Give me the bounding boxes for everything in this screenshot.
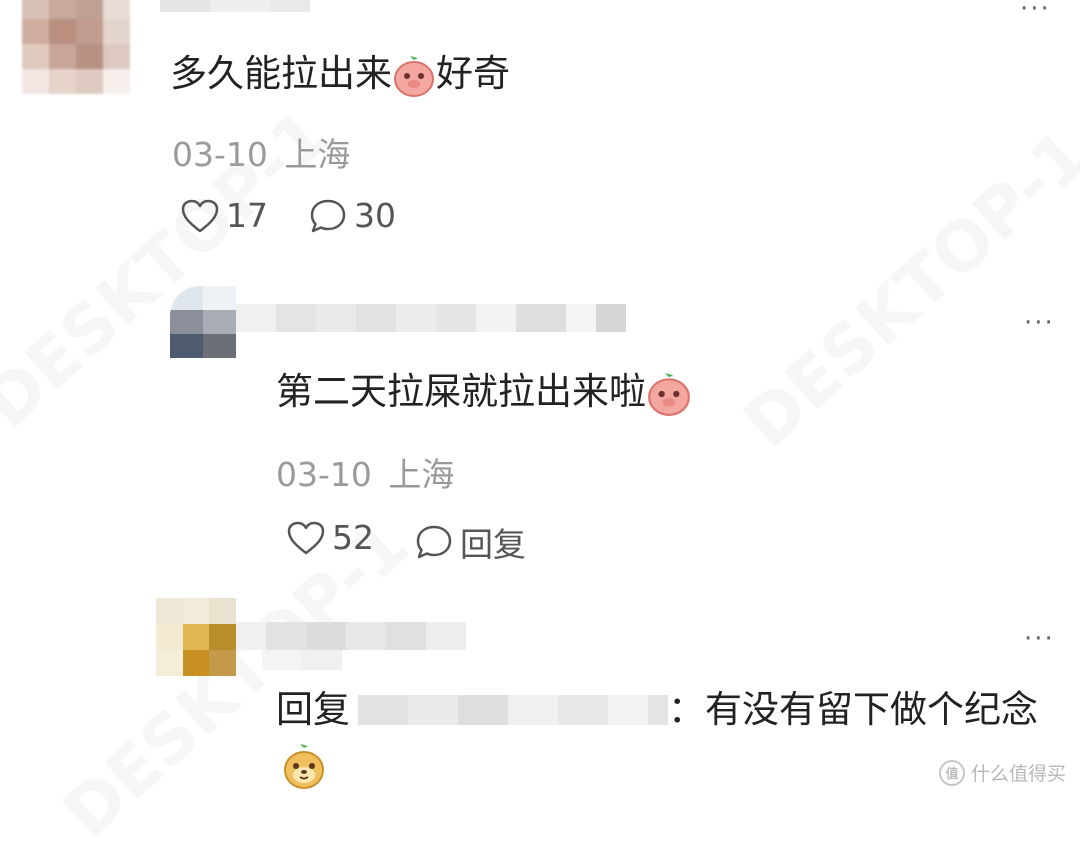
heart-outline-icon bbox=[181, 199, 219, 232]
username-blurred[interactable] bbox=[236, 622, 466, 650]
logo-text: 什么值得买 bbox=[970, 763, 1066, 785]
reply-location: 上海 bbox=[388, 455, 455, 494]
reply-label: 回复 bbox=[460, 525, 526, 564]
username-blurred bbox=[262, 650, 342, 670]
heart-outline-icon bbox=[287, 521, 325, 554]
watermark: DESKTOP-1 bbox=[729, 115, 1080, 463]
peach-shy-emoji bbox=[394, 55, 434, 97]
logo-mark: 值 bbox=[938, 759, 965, 786]
comment-reply-button[interactable]: 30 bbox=[308, 196, 396, 235]
mentioned-user-blurred[interactable] bbox=[358, 695, 668, 725]
like-button[interactable]: 17 bbox=[180, 196, 268, 235]
reply2-text: 回复 ：有没有留下做个纪念 bbox=[276, 688, 1038, 732]
username-blurred[interactable] bbox=[160, 0, 310, 12]
reply-button[interactable]: 回复 bbox=[414, 518, 526, 566]
watermark: DESKTOP-1 bbox=[49, 505, 424, 853]
reply-date: 03-10 bbox=[276, 455, 372, 494]
username-blurred[interactable] bbox=[236, 304, 626, 332]
comment-body-suffix: 好奇 bbox=[436, 52, 510, 95]
more-options-button[interactable]: ··· bbox=[1024, 626, 1055, 652]
reply-body: 第二天拉屎就拉出来啦 bbox=[276, 370, 646, 413]
avatar[interactable] bbox=[156, 598, 236, 676]
like-count: 52 bbox=[332, 518, 374, 557]
more-options-button[interactable]: ··· bbox=[1024, 310, 1055, 336]
reply-text: 第二天拉屎就拉出来啦 bbox=[276, 370, 692, 417]
reply-count: 30 bbox=[354, 196, 396, 235]
speech-bubble-icon bbox=[310, 199, 346, 232]
comment-text: 多久能拉出来 好奇 bbox=[170, 52, 510, 98]
comment-date: 03-10 bbox=[172, 135, 268, 174]
comment-location: 上海 bbox=[284, 135, 351, 174]
more-options-button[interactable]: ··· bbox=[1020, 0, 1051, 22]
reply2-body: ：有没有留下做个纪念 bbox=[668, 688, 1038, 731]
peach-shy-emoji bbox=[648, 372, 690, 416]
dog-face-emoji bbox=[284, 744, 324, 789]
comment-meta: 03-10 上海 bbox=[172, 128, 350, 176]
comment-body: 多久能拉出来 bbox=[170, 52, 392, 95]
reply-meta: 03-10 上海 bbox=[276, 448, 454, 496]
site-logo: 值 什么值得买 bbox=[938, 759, 1066, 786]
like-count: 17 bbox=[226, 196, 268, 235]
speech-bubble-icon bbox=[416, 525, 452, 559]
avatar[interactable] bbox=[22, 0, 130, 94]
avatar[interactable] bbox=[170, 286, 236, 358]
reply2-prefix: 回复 bbox=[276, 688, 350, 731]
like-button[interactable]: 52 bbox=[286, 518, 374, 557]
